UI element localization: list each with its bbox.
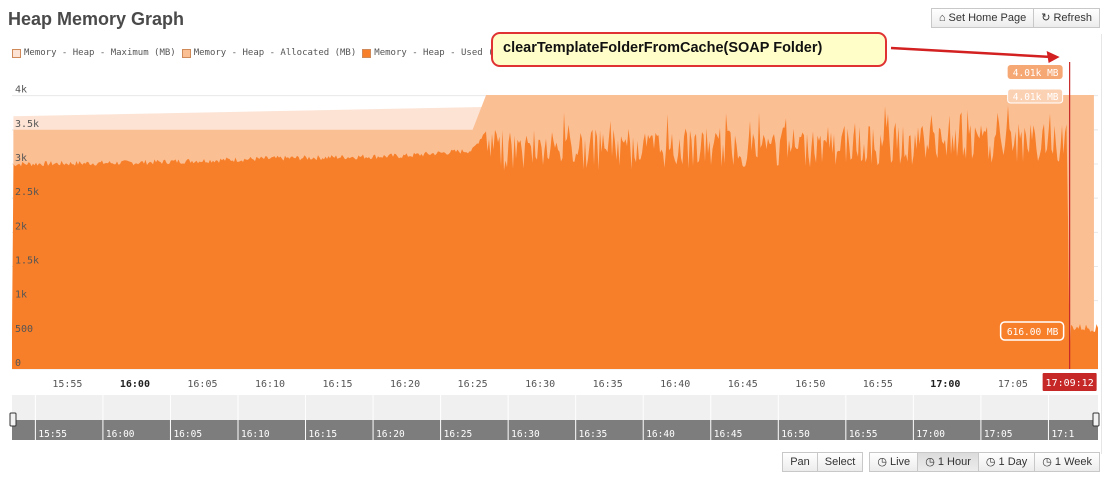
navigator-tick-label: 15:55 <box>38 429 67 440</box>
y-tick-label: 1.5k <box>15 256 39 267</box>
x-tick-label: 16:15 <box>322 379 352 390</box>
x-tick-label: 16:45 <box>728 379 758 390</box>
y-tick-label: 3.5k <box>15 119 39 130</box>
tooltip-used-label: 616.00 MB <box>1007 327 1059 338</box>
x-tick-label: 16:20 <box>390 379 420 390</box>
x-tick-label: 15:55 <box>52 379 82 390</box>
navigator-tick-label: 16:40 <box>646 429 675 440</box>
panel-divider <box>1101 34 1102 454</box>
x-tick-label: 16:55 <box>863 379 893 390</box>
navigator-tick-label: 17:05 <box>984 429 1013 440</box>
navigator-tick-label: 16:05 <box>173 429 202 440</box>
navigator-tick-label: 16:10 <box>241 429 270 440</box>
y-tick-label: 500 <box>15 324 33 335</box>
x-tick-label: 17:00 <box>930 379 960 390</box>
navigator-tick-label: 17:1 <box>1051 429 1074 440</box>
navigator-tick-label: 17:00 <box>916 429 945 440</box>
x-tick-label: 16:00 <box>120 379 150 390</box>
y-tick-label: 2k <box>15 221 27 232</box>
y-tick-label: 1k <box>15 290 27 301</box>
one-week-button[interactable]: ◷ 1 Week <box>1035 452 1100 472</box>
navigator-tick-label: 16:30 <box>511 429 540 440</box>
navigator-tick-label: 16:15 <box>309 429 338 440</box>
navigator-right-handle[interactable] <box>1092 412 1100 427</box>
y-tick-label: 2.5k <box>15 187 39 198</box>
x-tick-label: 16:10 <box>255 379 285 390</box>
navigator-tick-label: 16:20 <box>376 429 405 440</box>
select-button[interactable]: Select <box>817 452 864 472</box>
tooltip-allocated-label: 4.01k MB <box>1013 92 1059 103</box>
x-tick-label: 16:40 <box>660 379 690 390</box>
x-tick-label: 16:25 <box>458 379 488 390</box>
navigator-tick-label: 16:45 <box>714 429 743 440</box>
range-controls: Pan Select ◷ Live ◷ 1 Hour ◷ 1 Day ◷ 1 W… <box>782 452 1100 472</box>
navigator-tick-label: 16:35 <box>579 429 608 440</box>
x-tick-label: 16:05 <box>187 379 217 390</box>
y-tick-label: 0 <box>15 358 21 369</box>
x-tick-label: 16:50 <box>795 379 825 390</box>
y-tick-label: 3k <box>15 153 27 164</box>
live-button[interactable]: ◷ Live <box>869 452 919 472</box>
tooltip-maximum-label: 4.01k MB <box>1013 68 1059 79</box>
x-tick-label: 16:35 <box>593 379 623 390</box>
annotation-callout: clearTemplateFolderFromCache(SOAP Folder… <box>491 32 887 67</box>
annotation-arrow-head <box>1046 51 1060 63</box>
crosshair-time-label: 17:09:12 <box>1046 378 1094 389</box>
navigator-left-handle[interactable] <box>9 412 17 427</box>
x-tick-label: 17:05 <box>998 379 1028 390</box>
navigator-tick-label: 16:50 <box>781 429 810 440</box>
y-tick-label: 4k <box>15 85 27 96</box>
one-day-button[interactable]: ◷ 1 Day <box>978 452 1036 472</box>
navigator-tick-label: 16:55 <box>849 429 878 440</box>
heap-memory-chart[interactable]: 0 500 1k 1.5k 2k 2.5k 3k 3.5k 4k 15:55 16:00 16:05 1… <box>0 0 1116 498</box>
annotation-arrow-line <box>890 46 1052 59</box>
navigator-tick-label: 16:25 <box>444 429 473 440</box>
one-hour-button[interactable]: ◷ 1 Hour <box>918 452 979 472</box>
navigator-tick-label: 16:00 <box>106 429 135 440</box>
x-tick-label: 16:30 <box>525 379 555 390</box>
pan-button[interactable]: Pan <box>782 452 818 472</box>
